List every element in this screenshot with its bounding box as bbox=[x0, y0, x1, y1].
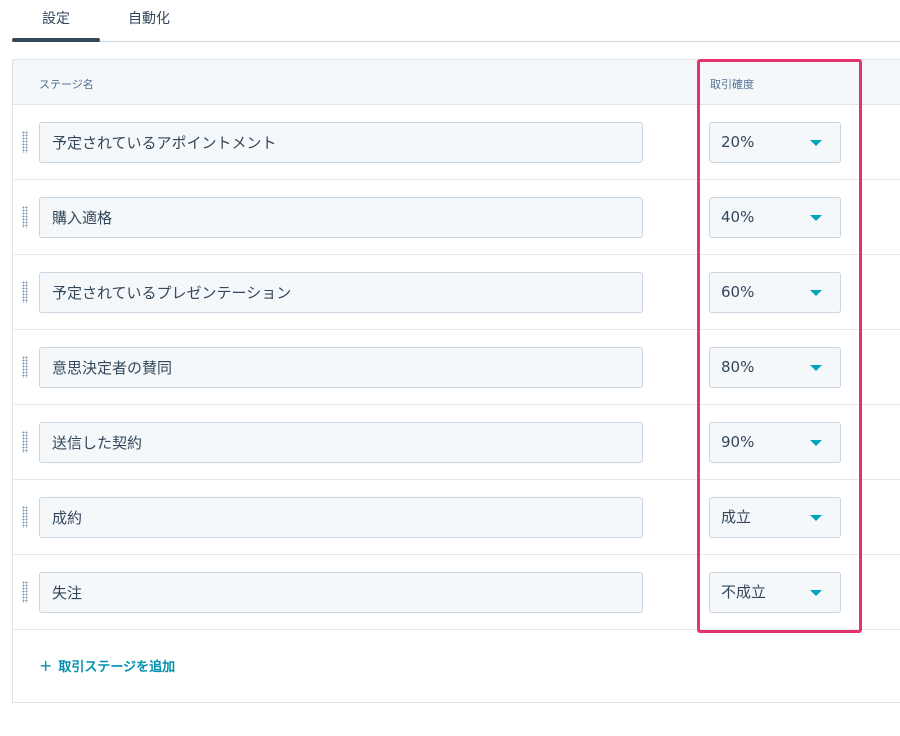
probability-value: 40% bbox=[721, 208, 755, 226]
probability-select[interactable]: 90% bbox=[709, 422, 841, 463]
add-deal-stage-button[interactable]: + 取引ステージを追加 bbox=[39, 656, 175, 675]
caret-down-icon bbox=[810, 290, 822, 296]
stage-name-input[interactable] bbox=[39, 497, 643, 538]
table-row: 不成立 bbox=[13, 555, 900, 630]
probability-value: 不成立 bbox=[721, 583, 767, 601]
probability-value: 90% bbox=[721, 433, 755, 451]
caret-down-icon bbox=[810, 515, 822, 521]
table-row: 40% bbox=[13, 180, 900, 255]
probability-select[interactable]: 80% bbox=[709, 347, 841, 388]
table-row: 成立 bbox=[13, 480, 900, 555]
table-header: ステージ名 取引確度 bbox=[13, 60, 900, 105]
add-deal-stage-label: 取引ステージを追加 bbox=[58, 660, 176, 675]
table-row: 90% bbox=[13, 405, 900, 480]
drag-handle-icon[interactable] bbox=[22, 131, 28, 153]
tab-settings[interactable]: 設定 bbox=[42, 8, 70, 28]
caret-down-icon bbox=[810, 590, 822, 596]
drag-handle-icon[interactable] bbox=[22, 356, 28, 378]
probability-value: 80% bbox=[721, 358, 755, 376]
drag-handle-icon[interactable] bbox=[22, 206, 28, 228]
stage-name-input[interactable] bbox=[39, 422, 643, 463]
stage-name-column-header: ステージ名 bbox=[39, 78, 94, 91]
probability-value: 20% bbox=[721, 133, 755, 151]
probability-select[interactable]: 60% bbox=[709, 272, 841, 313]
caret-down-icon bbox=[810, 215, 822, 221]
drag-handle-icon[interactable] bbox=[22, 506, 28, 528]
stage-name-input[interactable] bbox=[39, 572, 643, 613]
stage-name-input[interactable] bbox=[39, 272, 643, 313]
probability-column-header: 取引確度 bbox=[710, 78, 754, 91]
active-tab-indicator bbox=[12, 38, 100, 42]
stages-table: ステージ名 取引確度 20% 40% 60% 80% bbox=[12, 59, 900, 703]
caret-down-icon bbox=[810, 440, 822, 446]
probability-select[interactable]: 20% bbox=[709, 122, 841, 163]
stage-name-input[interactable] bbox=[39, 197, 643, 238]
probability-select[interactable]: 成立 bbox=[709, 497, 841, 538]
tab-bar: 設定 自動化 bbox=[0, 0, 900, 42]
table-row: 20% bbox=[13, 105, 900, 180]
probability-select[interactable]: 不成立 bbox=[709, 572, 841, 613]
caret-down-icon bbox=[810, 140, 822, 146]
stage-name-input[interactable] bbox=[39, 122, 643, 163]
table-row: 60% bbox=[13, 255, 900, 330]
drag-handle-icon[interactable] bbox=[22, 281, 28, 303]
stage-name-input[interactable] bbox=[39, 347, 643, 388]
drag-handle-icon[interactable] bbox=[22, 581, 28, 603]
caret-down-icon bbox=[810, 365, 822, 371]
plus-icon: + bbox=[39, 656, 53, 675]
probability-value: 成立 bbox=[721, 508, 752, 526]
table-row: 80% bbox=[13, 330, 900, 405]
probability-value: 60% bbox=[721, 283, 755, 301]
drag-handle-icon[interactable] bbox=[22, 431, 28, 453]
probability-select[interactable]: 40% bbox=[709, 197, 841, 238]
tabs-divider bbox=[12, 41, 900, 42]
tab-automation[interactable]: 自動化 bbox=[128, 8, 170, 28]
